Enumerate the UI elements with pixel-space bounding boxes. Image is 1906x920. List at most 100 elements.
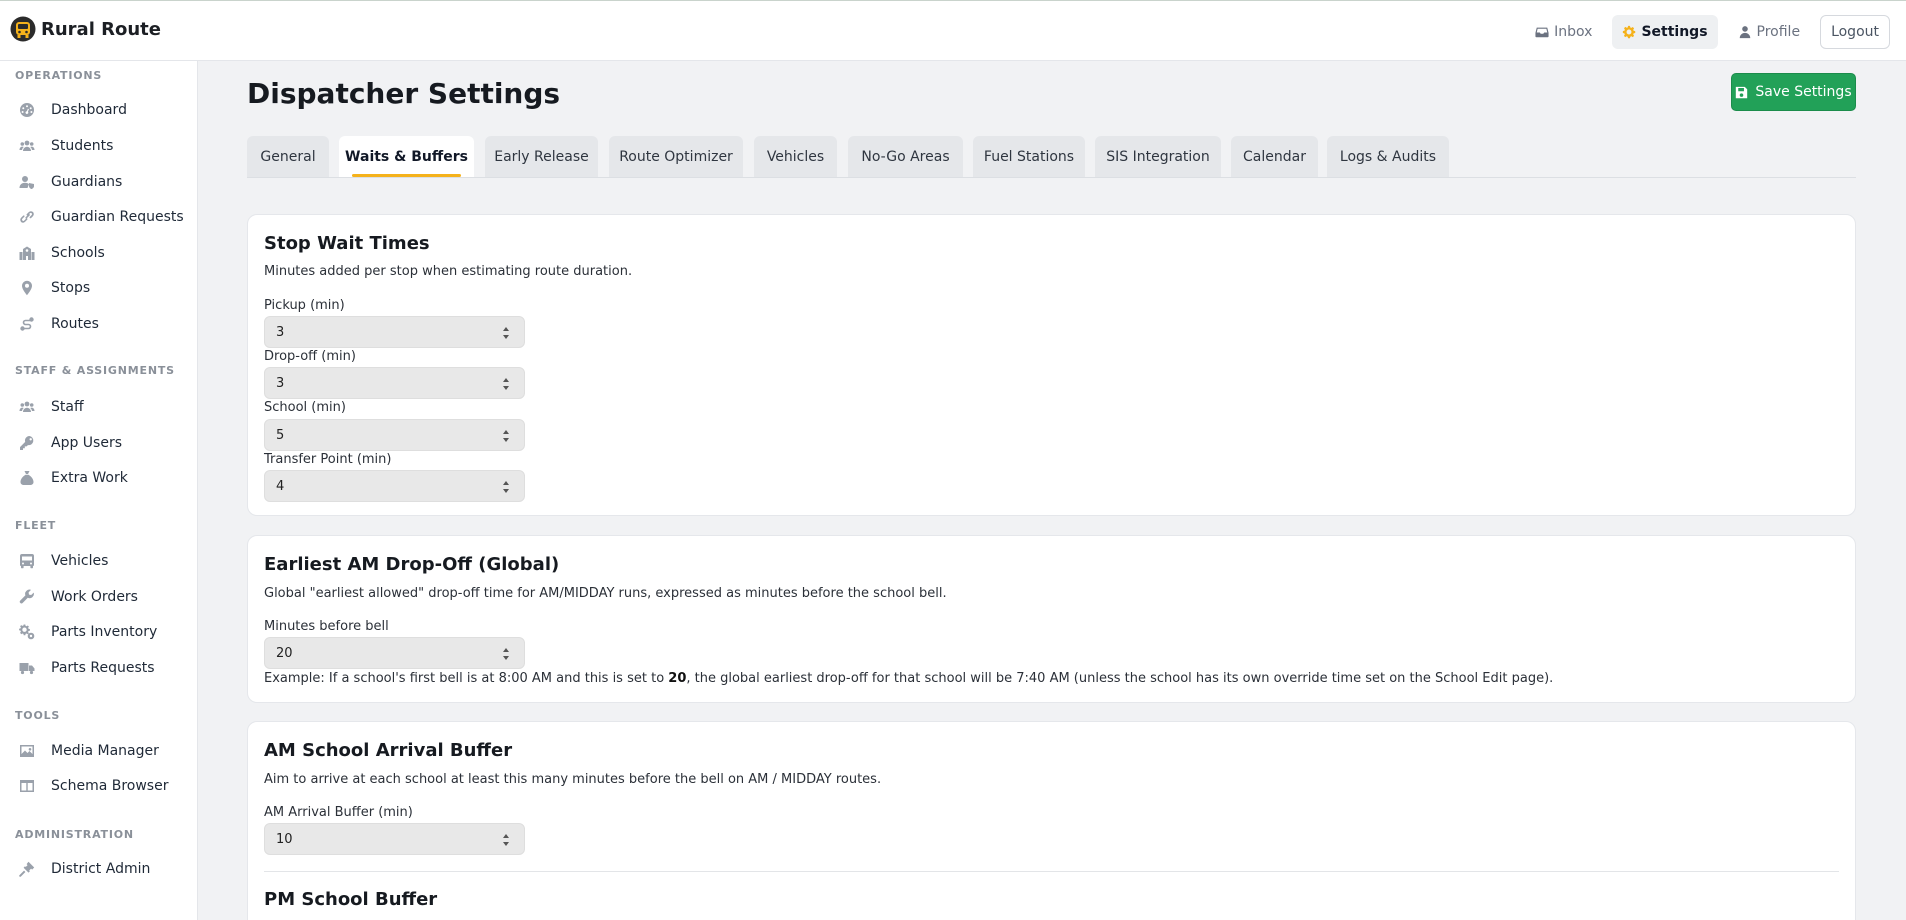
earliest-dropoff-card: Earliest AM Drop-Off (Global) Global "ea… (247, 535, 1856, 703)
settings-link[interactable]: Settings (1612, 15, 1718, 49)
map-pin-icon (18, 279, 36, 297)
school-icon (18, 244, 36, 262)
stepper-arrows-icon[interactable] (502, 833, 510, 847)
dropoff-input[interactable] (264, 367, 525, 399)
inbox-icon (1535, 27, 1549, 38)
sidebar-item-students[interactable]: Students (10, 131, 190, 161)
key-icon (18, 434, 36, 452)
pickup-value[interactable] (276, 324, 496, 340)
save-icon (1736, 86, 1748, 98)
sidebar-item-parts-inventory[interactable]: Parts Inventory (10, 617, 190, 647)
table-icon (18, 777, 36, 795)
sidebar-item-label: Media Manager (51, 743, 159, 759)
user-icon (1739, 26, 1750, 39)
sidebar-item-parts-requests[interactable]: Parts Requests (10, 653, 190, 683)
sidebar-item-guardian-requests[interactable]: Guardian Requests (10, 202, 190, 232)
top-bar: Rural Route Inbox Settings Profile Logou… (0, 0, 1906, 61)
profile-label: Profile (1756, 24, 1801, 40)
sidebar-item-district-admin[interactable]: District Admin (10, 854, 190, 884)
pickup-input[interactable] (264, 316, 525, 348)
settings-label: Settings (1641, 24, 1708, 40)
am-arrival-buffer-input[interactable] (264, 823, 525, 855)
sidebar-item-work-orders[interactable]: Work Orders (10, 582, 190, 612)
tab-sis-integration[interactable]: SIS Integration (1095, 136, 1221, 177)
sidebar-item-media-manager[interactable]: Media Manager (10, 736, 190, 766)
school-wait-input[interactable] (264, 419, 525, 451)
sidebar-item-label: App Users (51, 435, 123, 451)
users-icon (18, 137, 36, 155)
truck-icon (18, 659, 36, 677)
link-icon (18, 208, 36, 226)
sidebar-item-staff[interactable]: Staff (10, 392, 190, 422)
minutes-before-bell-label: Minutes before bell (264, 619, 389, 634)
stepper-arrows-icon[interactable] (502, 647, 510, 661)
sidebar-item-label: Extra Work (51, 470, 128, 486)
users-icon (18, 398, 36, 416)
tab-vehicles[interactable]: Vehicles (754, 136, 837, 177)
transfer-point-input[interactable] (264, 470, 525, 502)
save-settings-button[interactable]: Save Settings (1731, 73, 1856, 111)
stop-wait-times-title: Stop Wait Times (264, 233, 430, 254)
stepper-arrows-icon[interactable] (502, 429, 510, 443)
brand[interactable]: Rural Route (10, 16, 161, 42)
pickup-label: Pickup (min) (264, 298, 345, 313)
tab-waits-buffers[interactable]: Waits & Buffers (339, 136, 474, 177)
sidebar-item-label: Stops (51, 280, 91, 296)
minutes-before-bell-value[interactable] (276, 645, 496, 661)
sidebar-item-label: Staff (51, 399, 84, 415)
dropoff-value[interactable] (276, 375, 496, 391)
sidebar-item-schema-browser[interactable]: Schema Browser (10, 771, 190, 801)
tab-logs-audits[interactable]: Logs & Audits (1327, 136, 1449, 177)
am-arrival-title: AM School Arrival Buffer (264, 740, 513, 761)
logout-button[interactable]: Logout (1820, 15, 1890, 49)
sidebar-item-routes[interactable]: Routes (10, 309, 190, 339)
stepper-arrows-icon[interactable] (502, 377, 510, 391)
wrench-icon (18, 588, 36, 606)
dashboard-icon (18, 101, 36, 119)
sidebar-item-label: Routes (51, 316, 99, 332)
stop-wait-times-card: Stop Wait Times Minutes added per stop w… (247, 214, 1856, 516)
sidebar-section-operations: OPERATIONS (15, 69, 103, 82)
sidebar-item-label: Dashboard (51, 102, 127, 118)
tab-early-release[interactable]: Early Release (485, 136, 598, 177)
transfer-point-value[interactable] (276, 478, 496, 494)
sidebar-item-app-users[interactable]: App Users (10, 428, 190, 458)
tab-no-go-areas[interactable]: No-Go Areas (848, 136, 963, 177)
sidebar-item-label: Work Orders (51, 589, 138, 605)
sidebar-item-stops[interactable]: Stops (10, 273, 190, 303)
school-wait-value[interactable] (276, 427, 496, 443)
sidebar-item-vehicles[interactable]: Vehicles (10, 546, 190, 576)
sidebar: OPERATIONS Dashboard Students Guardians … (0, 61, 198, 920)
sidebar-item-extra-work[interactable]: Extra Work (10, 463, 190, 493)
app-title: Rural Route (41, 18, 161, 40)
sidebar-item-guardians[interactable]: Guardians (10, 167, 190, 197)
bus-icon (18, 552, 36, 570)
sidebar-item-schools[interactable]: Schools (10, 238, 190, 268)
tab-fuel-stations[interactable]: Fuel Stations (973, 136, 1085, 177)
sidebar-item-label: District Admin (51, 861, 151, 877)
tab-general[interactable]: General (247, 136, 329, 177)
sidebar-item-label: Schema Browser (51, 778, 169, 794)
sidebar-item-label: Guardian Requests (51, 209, 184, 225)
minutes-before-bell-input[interactable] (264, 637, 525, 669)
inbox-link[interactable]: Inbox (1525, 15, 1602, 49)
tab-route-optimizer[interactable]: Route Optimizer (609, 136, 743, 177)
school-wait-label: School (min) (264, 400, 346, 415)
sidebar-item-dashboard[interactable]: Dashboard (10, 95, 190, 125)
stop-wait-times-description: Minutes added per stop when estimating r… (264, 264, 633, 279)
earliest-dropoff-example: Example: If a school's first bell is at … (264, 671, 1553, 686)
example-prefix: Example: If a school's first bell is at … (264, 671, 669, 686)
sidebar-item-label: Guardians (51, 174, 123, 190)
settings-tabs: General Waits & Buffers Early Release Ro… (247, 136, 1856, 178)
money-bag-icon (18, 469, 36, 487)
profile-link[interactable]: Profile (1728, 15, 1811, 49)
sidebar-item-label: Vehicles (51, 553, 109, 569)
am-arrival-buffer-value[interactable] (276, 831, 496, 847)
stepper-arrows-icon[interactable] (502, 480, 510, 494)
school-bus-logo-icon (10, 16, 36, 42)
sidebar-section-tools: TOOLS (15, 709, 61, 722)
page-title: Dispatcher Settings (247, 77, 561, 110)
stepper-arrows-icon[interactable] (502, 326, 510, 340)
tab-calendar[interactable]: Calendar (1231, 136, 1318, 177)
sidebar-item-label: Schools (51, 245, 105, 261)
